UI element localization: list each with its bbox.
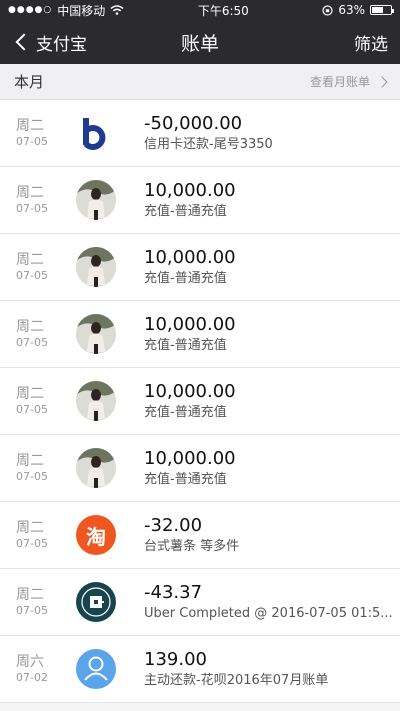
transaction-row[interactable]: 周六 07-02 139.00 主动还款-花呗2016年07月账单: [0, 636, 400, 703]
view-monthly-bill-link[interactable]: 查看月账单: [309, 73, 388, 90]
signal-strength-icon: ●●●●○: [8, 5, 53, 15]
battery-percent: 63%: [338, 3, 365, 17]
month-day-label: 07-05: [16, 537, 48, 550]
transaction-amount: 139.00: [144, 649, 207, 670]
month-day-label: 07-05: [16, 403, 48, 416]
transaction-date: 周二 07-05: [0, 318, 62, 350]
weekday-label: 周二: [16, 319, 44, 335]
month-day-label: 07-05: [16, 135, 48, 148]
bank-logo-icon: [76, 113, 116, 153]
transaction-date: 周二 07-05: [0, 586, 62, 618]
transaction-description: 充值-普通充值: [144, 405, 227, 420]
transaction-description: 台式薯条 等多件: [144, 539, 240, 554]
back-label: 支付宝: [36, 34, 87, 55]
weekday-label: 周二: [16, 520, 44, 536]
transaction-description: 充值-普通充值: [144, 338, 227, 353]
chevron-left-icon: [15, 33, 33, 51]
weekday-label: 周二: [16, 587, 44, 603]
filter-button[interactable]: 筛选: [354, 30, 388, 55]
transaction-info: 10,000.00 充值-普通充值: [144, 447, 400, 489]
view-monthly-bill-label: 查看月账单: [309, 75, 370, 89]
status-bar: ●●●●○ 中国移动 下午6:50 63%: [0, 0, 400, 20]
transaction-date: 周六 07-02: [0, 653, 62, 685]
transaction-info: -43.37 Uber Completed @ 2016-07-05 01:5.…: [144, 581, 400, 623]
transaction-row[interactable]: 周二 07-05 10,000.00 充值-普通充值: [0, 435, 400, 502]
uber-icon: [76, 582, 116, 622]
weekday-label: 周二: [16, 118, 44, 134]
nav-bar: 支付宝 账单 筛选: [0, 20, 400, 64]
avatar-photo-icon: [76, 448, 116, 488]
avatar-photo-icon: [76, 381, 116, 421]
transaction-info: 10,000.00 充值-普通充值: [144, 380, 400, 422]
transaction-date: 周二 07-05: [0, 117, 62, 149]
orientation-lock-icon: [322, 4, 333, 16]
transaction-row[interactable]: 周二 07-05 10,000.00 充值-普通充值: [0, 234, 400, 301]
transaction-amount: 10,000.00: [144, 448, 236, 469]
transaction-row[interactable]: 周二 07-05 10,000.00 充值-普通充值: [0, 167, 400, 234]
transaction-info: 10,000.00 充值-普通充值: [144, 246, 400, 288]
weekday-label: 周二: [16, 185, 44, 201]
month-section-header: 本月 查看月账单: [0, 64, 400, 100]
battery-fill: [372, 7, 384, 13]
avatar-photo-icon: [76, 314, 116, 354]
transaction-row[interactable]: 周二 07-05 淘 -32.00 台式薯条 等多件: [0, 502, 400, 569]
month-day-label: 07-05: [16, 604, 48, 617]
month-day-label: 07-05: [16, 336, 48, 349]
transaction-row[interactable]: 周二 07-05 -50,000.00 信用卡还款-尾号3350: [0, 100, 400, 167]
month-day-label: 07-02: [16, 671, 48, 684]
weekday-label: 周二: [16, 386, 44, 402]
transaction-date: 周二 07-05: [0, 452, 62, 484]
transaction-date: 周二 07-05: [0, 184, 62, 216]
weekday-label: 周六: [16, 654, 44, 670]
transaction-row[interactable]: 周二 07-05 10,000.00 充值-普通充值: [0, 368, 400, 435]
transaction-info: 10,000.00 充值-普通充值: [144, 313, 400, 355]
transaction-date: 周二 07-05: [0, 385, 62, 417]
avatar-photo-icon: [76, 247, 116, 287]
transaction-info: -32.00 台式薯条 等多件: [144, 514, 400, 556]
transaction-date: 周二 07-05: [0, 519, 62, 551]
user-icon: [76, 649, 116, 689]
carrier-name: 中国移动: [57, 3, 106, 18]
transaction-amount: -50,000.00: [144, 113, 243, 134]
transaction-amount: 10,000.00: [144, 381, 236, 402]
month-day-label: 07-05: [16, 470, 48, 483]
transaction-amount: 10,000.00: [144, 314, 236, 335]
status-time: 下午6:50: [197, 3, 249, 18]
transaction-description: 主动还款-花呗2016年07月账单: [144, 673, 329, 688]
transaction-info: 10,000.00 充值-普通充值: [144, 179, 400, 221]
transaction-description: 信用卡还款-尾号3350: [144, 137, 273, 152]
transaction-description: 充值-普通充值: [144, 472, 227, 487]
taobao-icon: 淘: [76, 515, 116, 555]
transaction-amount: 10,000.00: [144, 180, 236, 201]
transaction-description: 充值-普通充值: [144, 204, 227, 219]
month-day-label: 07-05: [16, 202, 48, 215]
transaction-row[interactable]: 周二 07-05 10,000.00 充值-普通充值: [0, 301, 400, 368]
transaction-info: 139.00 主动还款-花呗2016年07月账单: [144, 648, 400, 690]
wifi-icon: [110, 5, 124, 15]
transaction-description: 充值-普通充值: [144, 271, 227, 286]
transaction-amount: -43.37: [144, 582, 203, 603]
chevron-right-icon: [376, 75, 388, 88]
month-day-label: 07-05: [16, 269, 48, 282]
page-title: 账单: [180, 32, 220, 55]
avatar-photo-icon: [76, 180, 116, 220]
back-button[interactable]: 支付宝: [12, 30, 87, 55]
section-title: 本月: [14, 73, 45, 91]
transaction-row[interactable]: 周二 07-05 -43.37 Uber Completed @ 2016-07…: [0, 569, 400, 636]
transaction-list: 周二 07-05 -50,000.00 信用卡还款-尾号3350 周二 07-0…: [0, 100, 400, 703]
transaction-date: 周二 07-05: [0, 251, 62, 283]
battery-icon: [370, 5, 394, 15]
transaction-amount: -32.00: [144, 515, 203, 536]
weekday-label: 周二: [16, 252, 44, 268]
transaction-info: -50,000.00 信用卡还款-尾号3350: [144, 112, 400, 154]
transaction-description: Uber Completed @ 2016-07-05 01:5...: [144, 606, 393, 621]
weekday-label: 周二: [16, 453, 44, 469]
transaction-amount: 10,000.00: [144, 247, 236, 268]
